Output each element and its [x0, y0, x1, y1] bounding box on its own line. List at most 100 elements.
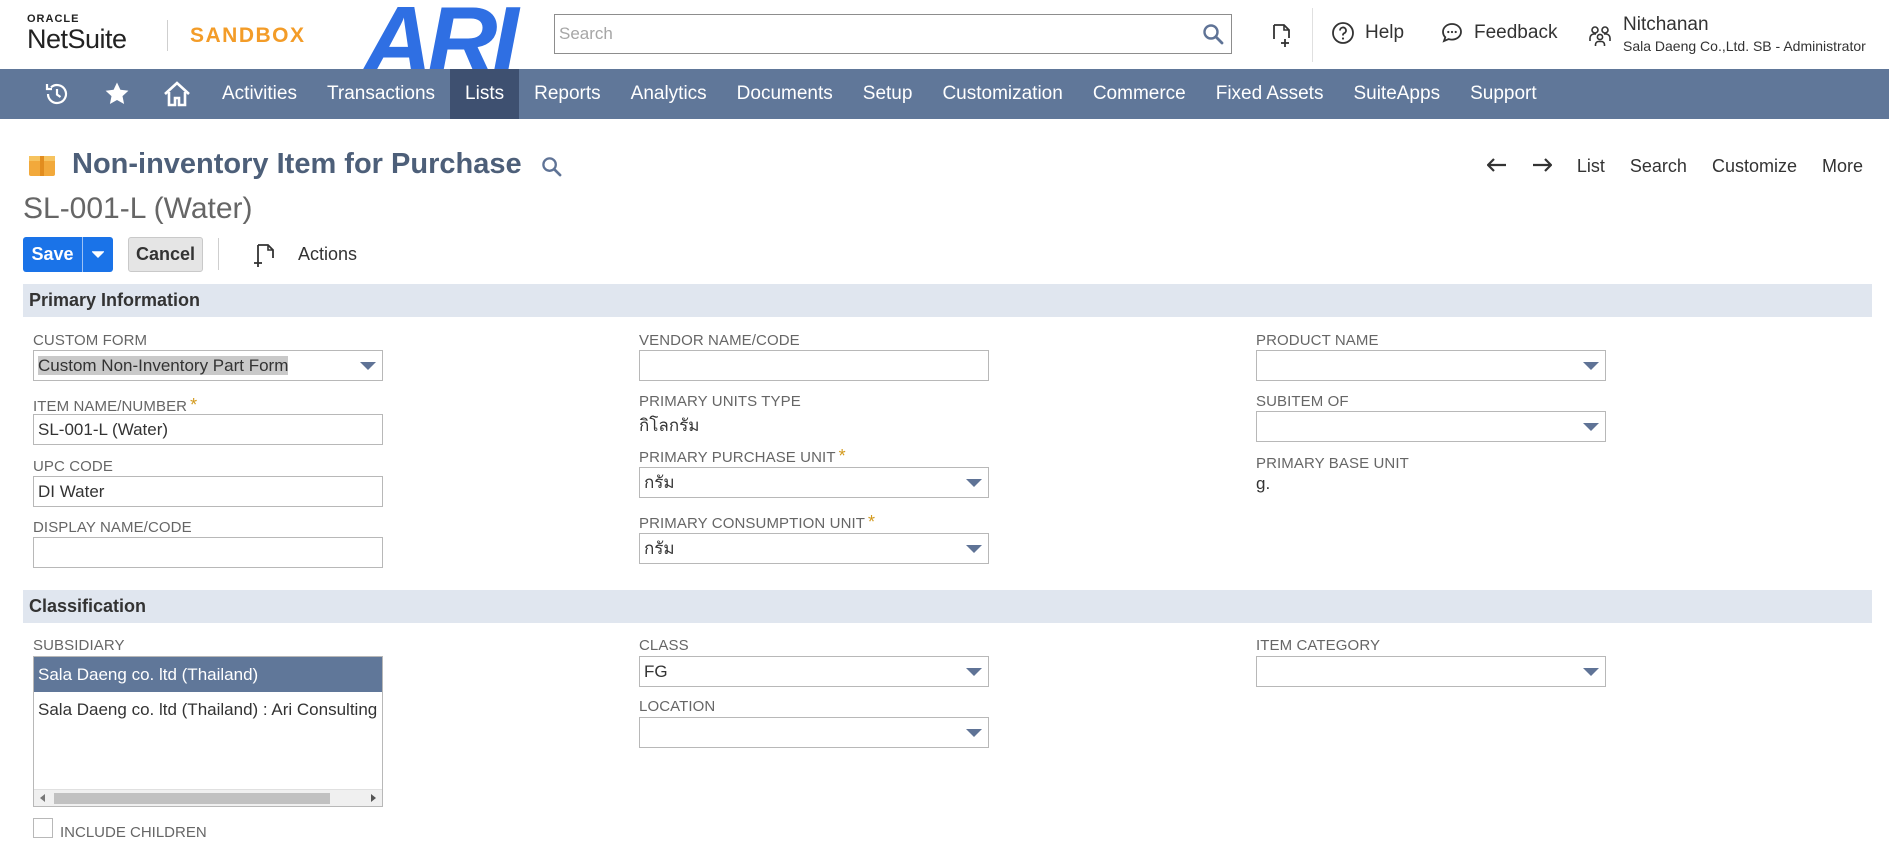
actions-menu[interactable]: Actions	[298, 244, 357, 265]
page-navigation: List Search Customize More	[1486, 156, 1863, 177]
save-options-dropdown[interactable]	[82, 237, 113, 272]
dropdown-caret-icon	[966, 729, 982, 737]
scrollbar-thumb[interactable]	[54, 793, 330, 804]
global-search	[554, 14, 1232, 54]
more-link[interactable]: More	[1822, 156, 1863, 177]
global-search-input[interactable]	[555, 15, 1185, 53]
product-name-select[interactable]	[1256, 350, 1606, 381]
main-navbar: Activities Transactions Lists Reports An…	[0, 69, 1889, 119]
primary-base-unit-label: PRIMARY BASE UNIT	[1256, 455, 1409, 472]
user-roles-icon	[1589, 26, 1611, 46]
save-button[interactable]: Save	[23, 237, 82, 272]
feedback-icon	[1442, 23, 1462, 43]
title-search-icon[interactable]	[541, 156, 562, 182]
recent-history-icon[interactable]	[27, 69, 87, 119]
display-name-input[interactable]	[33, 537, 383, 568]
item-name-label: ITEM NAME/NUMBER *	[33, 395, 197, 416]
actions-icon[interactable]	[252, 242, 278, 273]
dropdown-caret-icon	[966, 545, 982, 553]
vendor-name-label: VENDOR NAME/CODE	[639, 332, 800, 349]
recent-records-icon[interactable]	[1268, 22, 1294, 48]
class-value: FG	[644, 662, 668, 681]
nav-support[interactable]: Support	[1455, 69, 1552, 119]
item-category-select[interactable]	[1256, 656, 1606, 687]
location-label: LOCATION	[639, 698, 716, 715]
help-icon	[1332, 22, 1354, 44]
scroll-right-arrow-icon[interactable]	[371, 794, 376, 802]
section-primary-information[interactable]: Primary Information	[23, 284, 1872, 317]
feedback-link[interactable]: Feedback	[1440, 21, 1557, 45]
dropdown-caret-icon	[1583, 423, 1599, 431]
primary-units-type-value: กิโลกรัม	[639, 416, 700, 435]
page-title: Non-inventory Item for Purchase	[72, 148, 522, 180]
next-record-arrow-icon[interactable]	[1532, 156, 1553, 177]
save-button-group: Save	[23, 237, 113, 272]
nav-suiteapps[interactable]: SuiteApps	[1338, 69, 1455, 119]
primary-units-type-label: PRIMARY UNITS TYPE	[639, 393, 801, 410]
primary-consumption-unit-label: PRIMARY CONSUMPTION UNIT *	[639, 512, 875, 533]
class-select[interactable]: FG	[639, 656, 989, 687]
custom-form-label: CUSTOM FORM	[33, 332, 148, 349]
nav-transactions[interactable]: Transactions	[312, 69, 450, 119]
vendor-name-input[interactable]	[639, 350, 989, 381]
user-menu[interactable]: Nitchanan Sala Daeng Co.,Ltd. SB - Admin…	[1587, 13, 1866, 55]
search-icon[interactable]	[1202, 23, 1224, 45]
required-marker: *	[838, 446, 846, 466]
nav-analytics[interactable]: Analytics	[616, 69, 722, 119]
product-name-label: PRODUCT NAME	[1256, 332, 1379, 349]
previous-record-arrow-icon[interactable]	[1486, 156, 1507, 177]
section-classification[interactable]: Classification	[23, 590, 1872, 623]
primary-consumption-unit-value: กรัม	[644, 539, 675, 558]
custom-form-select[interactable]: Custom Non-Inventory Part Form	[33, 350, 383, 381]
class-label: CLASS	[639, 637, 689, 654]
include-children-checkbox[interactable]	[33, 818, 53, 838]
chevron-down-icon	[92, 250, 104, 258]
nav-documents[interactable]: Documents	[722, 69, 848, 119]
dropdown-caret-icon	[1583, 668, 1599, 676]
primary-consumption-unit-select[interactable]: กรัม	[639, 533, 989, 564]
primary-purchase-unit-value: กรัม	[644, 473, 675, 492]
display-name-label: DISPLAY NAME/CODE	[33, 519, 192, 536]
subitem-of-select[interactable]	[1256, 411, 1606, 442]
dropdown-caret-icon	[1583, 362, 1599, 370]
include-children-label: INCLUDE CHILDREN	[60, 824, 207, 841]
primary-purchase-unit-label-text: PRIMARY PURCHASE UNIT	[639, 449, 836, 466]
cancel-button[interactable]: Cancel	[128, 237, 203, 272]
nav-activities[interactable]: Activities	[207, 69, 312, 119]
home-icon[interactable]	[147, 69, 207, 119]
subsidiary-option[interactable]: Sala Daeng co. ltd (Thailand) : Ari Cons…	[34, 692, 382, 727]
nav-lists[interactable]: Lists	[450, 69, 520, 119]
nav-reports[interactable]: Reports	[519, 69, 616, 119]
help-link[interactable]: Help	[1331, 21, 1404, 45]
horizontal-scrollbar[interactable]	[34, 789, 382, 806]
user-name: Nitchanan	[1623, 14, 1709, 35]
primary-purchase-unit-select[interactable]: กรัม	[639, 467, 989, 498]
location-select[interactable]	[639, 717, 989, 748]
button-divider	[218, 238, 219, 270]
subsidiary-listbox[interactable]: Sala Daeng co. ltd (Thailand) Sala Daeng…	[33, 656, 383, 807]
favorites-star-icon[interactable]	[87, 69, 147, 119]
scroll-left-arrow-icon[interactable]	[40, 794, 45, 802]
record-name: SL-001-L (Water)	[23, 192, 253, 225]
nav-customization[interactable]: Customization	[927, 69, 1077, 119]
oracle-netsuite-logo[interactable]: ORACLE NetSuite	[27, 14, 127, 53]
primary-consumption-unit-label-text: PRIMARY CONSUMPTION UNIT	[639, 515, 866, 532]
required-marker: *	[868, 512, 876, 532]
logo-divider	[167, 20, 168, 51]
subsidiary-option[interactable]: Sala Daeng co. ltd (Thailand)	[34, 657, 382, 692]
primary-purchase-unit-label: PRIMARY PURCHASE UNIT *	[639, 446, 846, 467]
customize-link[interactable]: Customize	[1712, 156, 1797, 177]
top-header: ORACLE NetSuite SANDBOX ARI Help Feedbac…	[0, 0, 1889, 90]
nav-setup[interactable]: Setup	[848, 69, 928, 119]
dropdown-caret-icon	[966, 479, 982, 487]
dropdown-caret-icon	[360, 362, 376, 370]
nav-fixed-assets[interactable]: Fixed Assets	[1201, 69, 1339, 119]
upc-code-input[interactable]: DI Water	[33, 476, 383, 507]
item-name-input[interactable]: SL-001-L (Water)	[33, 414, 383, 445]
nav-commerce[interactable]: Commerce	[1078, 69, 1201, 119]
header-divider	[1312, 8, 1313, 62]
primary-base-unit-value: g.	[1256, 474, 1271, 493]
search-link[interactable]: Search	[1630, 156, 1687, 177]
required-marker: *	[190, 395, 198, 415]
list-link[interactable]: List	[1577, 156, 1605, 177]
